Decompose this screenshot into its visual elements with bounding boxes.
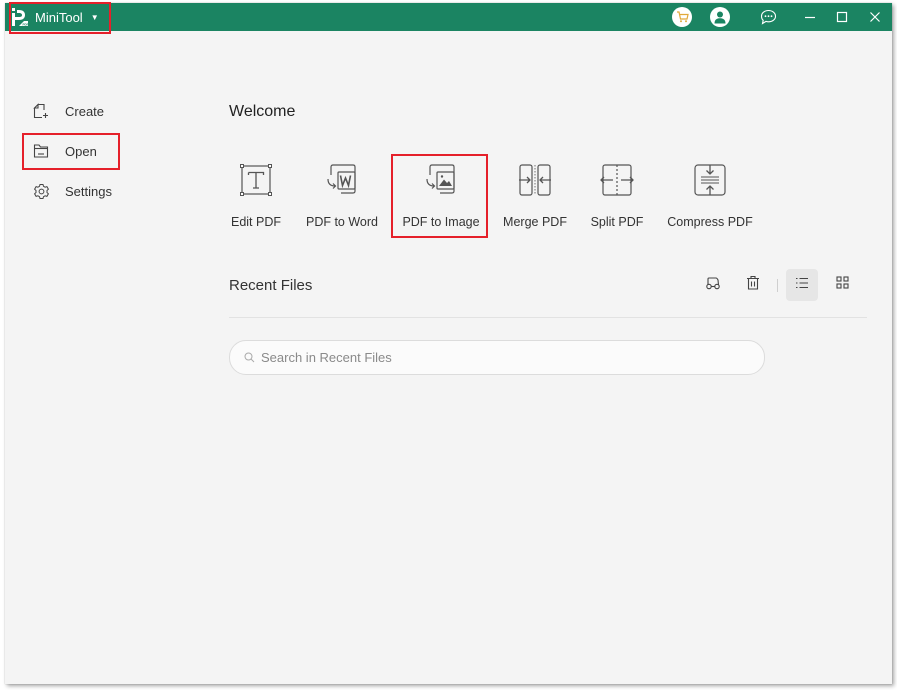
- caret-down-icon: ▼: [90, 12, 99, 22]
- split-icon: [598, 161, 636, 199]
- tool-label: PDF to Word: [305, 215, 378, 229]
- recent-files-divider: [229, 317, 867, 318]
- folder-icon: [32, 142, 50, 160]
- tool-label: Split PDF: [590, 215, 644, 229]
- tool-split-pdf[interactable]: Split PDF: [589, 161, 645, 229]
- welcome-heading: Welcome: [229, 103, 296, 120]
- sidebar-item-label: Create: [65, 103, 105, 119]
- sidebar-item-settings[interactable]: Settings: [32, 181, 112, 201]
- create-file-icon: [32, 102, 50, 120]
- pdf-to-word-icon: [323, 161, 361, 199]
- tool-pdf-to-image[interactable]: PDF to Image: [401, 161, 481, 229]
- minimize-icon[interactable]: [794, 11, 826, 23]
- delete-button[interactable]: [737, 269, 769, 301]
- glasses-icon: [705, 276, 721, 295]
- chat-icon[interactable]: [758, 9, 778, 25]
- app-menu-button[interactable]: PDF MiniTool ▼: [11, 6, 99, 28]
- grid-view-icon: [835, 276, 849, 294]
- sidebar-item-open[interactable]: Open: [32, 141, 97, 161]
- app-name: MiniTool: [35, 9, 83, 25]
- glasses-button[interactable]: [697, 269, 729, 301]
- sidebar-item-label: Open: [65, 143, 97, 159]
- grid-view-button[interactable]: [826, 269, 858, 301]
- app-window: PDF MiniTool ▼ Create Open Settings Welc…: [5, 3, 892, 684]
- gear-icon: [32, 182, 50, 200]
- user-icon[interactable]: [710, 7, 730, 27]
- edit-text-icon: [237, 161, 275, 199]
- search-input[interactable]: [261, 350, 741, 365]
- sidebar-item-label: Settings: [65, 183, 112, 199]
- trash-icon: [746, 275, 760, 295]
- maximize-icon[interactable]: [826, 11, 858, 23]
- tool-edit-pdf[interactable]: Edit PDF: [228, 161, 284, 229]
- recent-files-heading: Recent Files: [229, 277, 313, 294]
- pdf-to-image-icon: [422, 161, 460, 199]
- tool-pdf-to-word[interactable]: PDF to Word: [305, 161, 379, 229]
- compress-icon: [691, 161, 729, 199]
- tool-label: PDF to Image: [402, 215, 480, 229]
- merge-icon: [516, 161, 554, 199]
- recent-files-search[interactable]: [229, 340, 765, 375]
- toolbar-divider: [777, 279, 778, 292]
- list-view-button[interactable]: [786, 269, 818, 301]
- list-view-icon: [795, 276, 809, 294]
- title-bar: PDF MiniTool ▼: [5, 3, 892, 31]
- tool-label: Compress PDF: [667, 215, 753, 229]
- search-icon: [244, 352, 255, 363]
- tool-compress-pdf[interactable]: Compress PDF: [667, 161, 753, 229]
- svg-text:PDF: PDF: [23, 23, 29, 27]
- close-icon[interactable]: [858, 11, 892, 23]
- sidebar-item-create[interactable]: Create: [32, 101, 104, 121]
- tool-label: Merge PDF: [503, 215, 567, 229]
- minitool-pdf-logo-icon: PDF: [11, 7, 29, 27]
- cart-icon[interactable]: [672, 7, 692, 27]
- tool-merge-pdf[interactable]: Merge PDF: [503, 161, 567, 229]
- tool-label: Edit PDF: [230, 215, 281, 229]
